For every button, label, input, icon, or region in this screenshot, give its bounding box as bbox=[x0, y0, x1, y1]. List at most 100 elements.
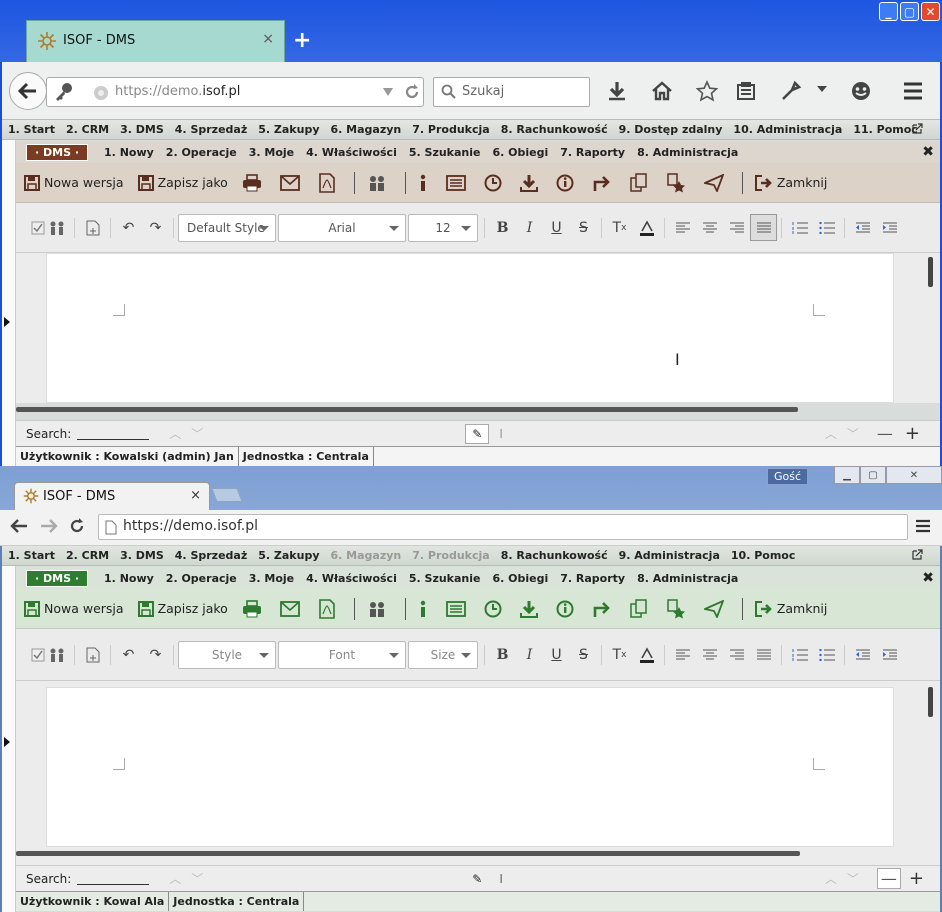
dms-badge[interactable]: · DMS · bbox=[26, 143, 89, 161]
sub-menu-item[interactable]: 2. Operacje bbox=[166, 572, 237, 585]
redo-icon[interactable]: ↷ bbox=[142, 214, 169, 241]
browser-tab[interactable]: ISOF - DMS × bbox=[14, 482, 210, 510]
download-icon[interactable] bbox=[606, 80, 628, 102]
text-color-icon[interactable] bbox=[633, 641, 660, 668]
guest-badge[interactable]: Gość bbox=[766, 468, 808, 485]
sub-menu-item[interactable]: 1. Nowy bbox=[104, 572, 154, 585]
clear-format-icon[interactable]: Tx bbox=[606, 641, 633, 668]
forward-arrow-icon[interactable] bbox=[592, 174, 616, 192]
users-icon[interactable] bbox=[367, 175, 391, 191]
style-select[interactable]: Default Style bbox=[178, 213, 276, 242]
new-tab-button[interactable]: + bbox=[293, 28, 311, 53]
bullet-list-icon[interactable] bbox=[813, 214, 840, 241]
bold-icon[interactable]: B bbox=[489, 214, 516, 241]
dev-tools-dropdown-icon[interactable] bbox=[816, 84, 828, 94]
external-link-icon[interactable] bbox=[911, 123, 923, 135]
minimize-icon[interactable]: ▁ bbox=[834, 466, 860, 484]
underline-icon[interactable]: U bbox=[543, 641, 570, 668]
main-menu-item[interactable]: 2. CRM bbox=[66, 549, 109, 562]
search-field[interactable] bbox=[77, 873, 150, 885]
align-justify-icon[interactable] bbox=[750, 641, 777, 668]
copy-icon[interactable] bbox=[630, 172, 652, 193]
new-version-button[interactable]: Nowa wersja bbox=[24, 174, 124, 191]
prev-up-icon[interactable]: ︿ bbox=[825, 425, 837, 442]
main-menu-item[interactable]: 9. Administracja bbox=[619, 549, 720, 562]
horizontal-scrollbar[interactable] bbox=[16, 851, 800, 856]
clock-icon[interactable] bbox=[484, 600, 506, 618]
vertical-scrollbar[interactable] bbox=[928, 687, 933, 717]
italic-icon[interactable]: I bbox=[516, 641, 543, 668]
address-bar[interactable]: https://demo.isof.pl bbox=[46, 77, 424, 107]
menu-hamburger-icon[interactable] bbox=[916, 519, 930, 533]
forward-icon[interactable] bbox=[40, 518, 58, 534]
main-menu-item[interactable]: 3. DMS bbox=[120, 123, 164, 136]
main-menu-item[interactable]: 3. DMS bbox=[120, 549, 164, 562]
sub-menu-item[interactable]: 7. Raporty bbox=[560, 146, 625, 159]
main-menu-item[interactable]: 1. Start bbox=[8, 549, 55, 562]
text-color-icon[interactable] bbox=[633, 214, 660, 241]
new-tab-button[interactable] bbox=[211, 488, 243, 502]
size-select[interactable]: 12 bbox=[408, 213, 478, 242]
sub-menu-item[interactable]: 1. Nowy bbox=[104, 146, 154, 159]
main-menu-item[interactable]: 2. CRM bbox=[66, 123, 109, 136]
align-right-icon[interactable] bbox=[723, 214, 750, 241]
email-icon[interactable] bbox=[279, 600, 304, 617]
style-select[interactable]: Style bbox=[178, 640, 276, 669]
browser-tab[interactable]: ISOF - DMS × bbox=[26, 20, 285, 62]
main-menu-item[interactable]: 6. Magazyn bbox=[331, 123, 402, 136]
history-icon[interactable] bbox=[556, 600, 578, 618]
font-select[interactable]: Font bbox=[278, 640, 406, 669]
tab-close-icon[interactable]: × bbox=[262, 31, 274, 47]
maximize-icon[interactable]: ▢ bbox=[860, 466, 886, 484]
clear-format-icon[interactable]: Tx bbox=[606, 214, 633, 241]
main-menu-item[interactable]: 4. Sprzedaż bbox=[175, 549, 247, 562]
favorite-doc-icon[interactable] bbox=[666, 172, 690, 193]
zoom-in-icon[interactable]: + bbox=[905, 423, 920, 444]
bold-icon[interactable]: B bbox=[489, 641, 516, 668]
horizontal-scrollbar[interactable] bbox=[16, 407, 798, 412]
main-menu-item[interactable]: 1. Start bbox=[8, 123, 55, 136]
close-button[interactable]: Zamknij bbox=[754, 600, 827, 617]
close-module-icon[interactable]: ✖ bbox=[922, 570, 934, 586]
info-icon[interactable] bbox=[418, 600, 432, 618]
indent-icon[interactable] bbox=[876, 641, 903, 668]
zoom-out-icon[interactable]: — bbox=[876, 868, 901, 889]
cursor-mode-icon[interactable]: I bbox=[499, 872, 503, 886]
align-center-icon[interactable] bbox=[696, 214, 723, 241]
save-as-button[interactable]: Zapisz jako bbox=[137, 174, 228, 191]
italic-icon[interactable]: I bbox=[516, 214, 543, 241]
sub-menu-item[interactable]: 8. Administracja bbox=[637, 572, 738, 585]
menu-hamburger-icon[interactable] bbox=[902, 80, 924, 102]
save-as-button[interactable]: Zapisz jako bbox=[137, 600, 228, 617]
sub-menu-item[interactable]: 7. Raporty bbox=[560, 572, 625, 585]
favorite-doc-icon[interactable] bbox=[666, 598, 690, 619]
main-menu-item[interactable]: 7. Produkcja bbox=[412, 549, 489, 562]
align-right-icon[interactable] bbox=[723, 641, 750, 668]
users-icon[interactable] bbox=[367, 601, 391, 617]
maximize-icon[interactable]: ▢ bbox=[900, 2, 919, 21]
strikethrough-icon[interactable]: S bbox=[570, 214, 597, 241]
sub-menu-item[interactable]: 5. Szukanie bbox=[409, 572, 481, 585]
align-left-icon[interactable] bbox=[669, 214, 696, 241]
document-page[interactable] bbox=[46, 687, 894, 847]
reading-list-icon[interactable] bbox=[735, 80, 757, 102]
close-module-icon[interactable]: ✖ bbox=[922, 144, 934, 160]
list-icon[interactable] bbox=[445, 174, 470, 191]
strikethrough-icon[interactable]: S bbox=[570, 641, 597, 668]
main-menu-item[interactable]: 10. Administracja bbox=[733, 123, 842, 136]
search-down-icon[interactable]: ﹀ bbox=[191, 425, 203, 442]
font-select[interactable]: Arial bbox=[278, 213, 406, 242]
send-icon[interactable] bbox=[703, 599, 728, 618]
prev-down-icon[interactable]: ﹀ bbox=[847, 870, 859, 887]
redo-icon[interactable]: ↷ bbox=[142, 641, 169, 668]
main-menu-item[interactable]: 8. Rachunkowość bbox=[501, 123, 608, 136]
search-input[interactable]: Szukaj bbox=[462, 84, 504, 99]
indent-icon[interactable] bbox=[876, 214, 903, 241]
pdf-icon[interactable] bbox=[318, 172, 340, 193]
users-small-icon[interactable] bbox=[43, 641, 70, 668]
search-down-icon[interactable]: ﹀ bbox=[191, 870, 203, 887]
main-menu-item[interactable]: 5. Zakupy bbox=[258, 123, 319, 136]
history-icon[interactable] bbox=[556, 174, 578, 192]
sub-menu-item[interactable]: 2. Operacje bbox=[166, 146, 237, 159]
zoom-out-icon[interactable]: — bbox=[877, 424, 893, 443]
